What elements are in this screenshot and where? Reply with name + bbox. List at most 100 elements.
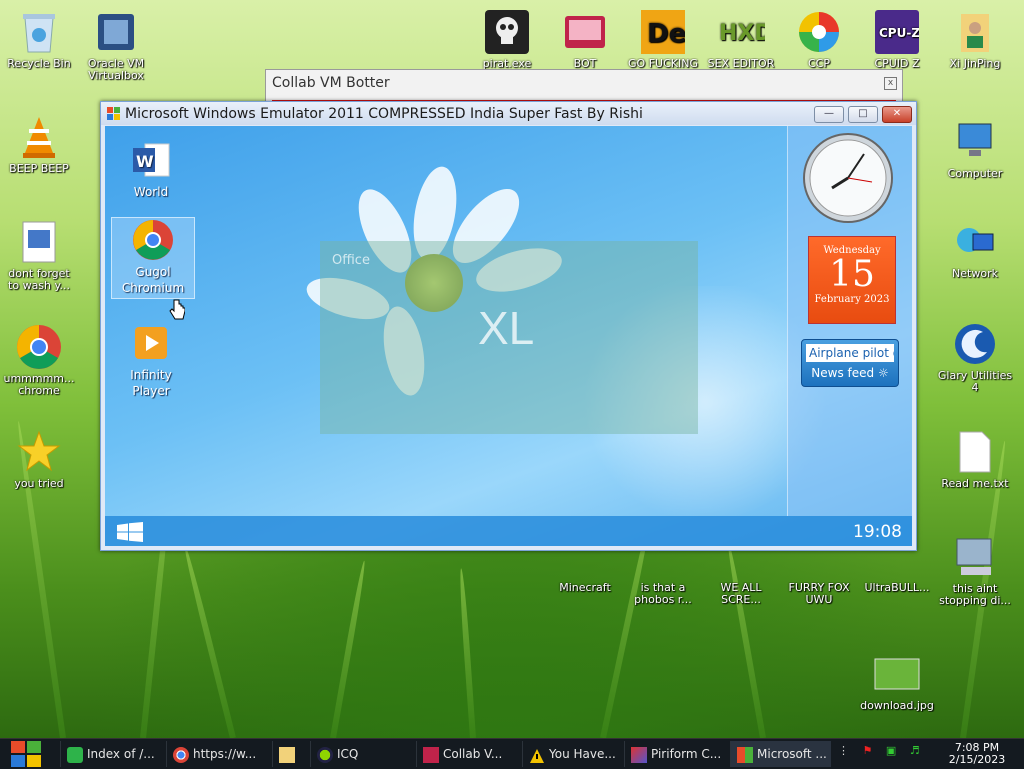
desktop-icon-recycle-bin[interactable]: Recycle Bin: [1, 8, 77, 70]
gadget-sidebar: Wednesday 15 February 2023 Airplane pilo…: [787, 126, 912, 516]
desktop-icon-hex-editor[interactable]: HXD SEX EDITOR: [703, 8, 779, 70]
media-player-icon: [129, 321, 173, 365]
news-feed-gadget[interactable]: Airplane pilot g News feed ☼: [801, 339, 899, 387]
desktop-icon-this-aint[interactable]: this aint stopping di...: [937, 533, 1013, 607]
desktop-icon-cpuid[interactable]: CPU-Z CPUID Z: [859, 8, 935, 70]
vm-icon-world[interactable]: W World: [110, 138, 192, 200]
desktop-icon-ccp[interactable]: CCP: [781, 8, 857, 70]
news-headline[interactable]: Airplane pilot g: [806, 344, 894, 362]
taskbar-item-explorer[interactable]: [272, 741, 307, 767]
volume-icon[interactable]: ♬: [910, 744, 920, 757]
chrome-icon: [15, 323, 63, 371]
network-tray-icon[interactable]: ▣: [886, 744, 896, 757]
desktop-icon-chrome[interactable]: ummmmm... chrome: [1, 323, 77, 397]
folder-icon: [279, 746, 295, 763]
vm-icon-label: Infinity Player: [130, 368, 172, 398]
svg-text:W: W: [136, 152, 154, 171]
desktop-icon-go[interactable]: De GO FUCKING: [625, 8, 701, 70]
desktop-icon-ultrabull[interactable]: UltraBULL...: [859, 545, 935, 594]
bot-icon: [423, 746, 439, 763]
rss-icon: ☼: [877, 366, 889, 380]
desktop-icon-xi[interactable]: Xi JinPing: [937, 8, 1013, 70]
svg-text:HXD: HXD: [719, 21, 765, 46]
calendar-gadget[interactable]: Wednesday 15 February 2023: [808, 236, 896, 324]
vlc-icon: [15, 113, 63, 161]
desktop-icon-bot[interactable]: BOT: [547, 8, 623, 70]
bot-icon: [561, 8, 609, 56]
desktop-icon-star[interactable]: you tried: [1, 428, 77, 490]
grass-blade: [458, 568, 476, 739]
desktop-icon-glary[interactable]: Glary Utilities 4: [937, 320, 1013, 394]
vm-icon-label: Gugol Chromium: [121, 265, 185, 295]
vm-taskbar: 19:08: [105, 516, 912, 546]
system-tray: ⋮ ⚑ ▣ ♬: [838, 744, 920, 757]
computer-icon: [951, 118, 999, 166]
office-app-name: XL: [478, 302, 535, 354]
vm-icon-chromium[interactable]: Gugol Chromium: [111, 217, 195, 299]
spreadsheet-icon: [67, 746, 83, 763]
emulator-titlebar[interactable]: Microsoft Windows Emulator 2011 COMPRESS…: [101, 102, 916, 125]
desktop-icon-computer[interactable]: Computer: [937, 118, 1013, 180]
emulator-window[interactable]: Microsoft Windows Emulator 2011 COMPRESS…: [100, 101, 917, 551]
office-label: Office: [332, 253, 370, 268]
desktop-icon-phobos[interactable]: is that a phobos r...: [625, 545, 701, 606]
de-icon: De: [639, 8, 687, 56]
cpuz-icon: CPU-Z: [873, 8, 921, 56]
system-clock[interactable]: 7:08 PM 2/15/2023: [942, 742, 1012, 766]
desktop-icon-virtualbox[interactable]: Oracle VM Virtualbox: [78, 8, 154, 82]
close-button[interactable]: ✕: [882, 106, 912, 123]
desktop-icon-download-jpg[interactable]: download.jpg: [859, 650, 935, 712]
taskbar-item-collab[interactable]: Collab V...: [416, 741, 521, 767]
computer-search-icon: [951, 533, 999, 581]
vm-start-icon[interactable]: [117, 522, 143, 542]
taskbar-item-icq[interactable]: ICQ: [310, 741, 411, 767]
chromium-icon: [131, 218, 175, 262]
hand-cursor-icon: [169, 299, 185, 320]
desktop-icon-we-all[interactable]: WE ALL SCRE...: [703, 545, 779, 606]
botter-close-button[interactable]: x: [884, 77, 897, 90]
vm-icon-infinity-player[interactable]: Infinity Player: [110, 321, 192, 399]
desktop-icon-network[interactable]: Network: [937, 218, 1013, 280]
taskbar-item-you-have[interactable]: You Have...: [522, 741, 623, 767]
ccleaner-icon: [631, 746, 647, 763]
taskbar-item-piriform[interactable]: Piriform C...: [624, 741, 729, 767]
maximize-button[interactable]: □: [848, 106, 878, 123]
taskbar-item-https[interactable]: https://w...: [166, 741, 271, 767]
vm-clock: 19:08: [853, 522, 902, 542]
overflow-menu-icon[interactable]: ⋮: [838, 744, 849, 757]
start-button[interactable]: [8, 740, 44, 768]
desktop-icon-firefox[interactable]: FURRY FOX UWU: [781, 545, 857, 606]
glary-icon: [951, 320, 999, 368]
calendar-file-icon: [15, 218, 63, 266]
office-splash: Office XL: [320, 241, 698, 434]
desktop-icon-pirat[interactable]: pirat.exe: [469, 8, 545, 70]
taskbar-item-microsoft[interactable]: Microsoft ...: [730, 741, 831, 767]
taskbar-item-index[interactable]: Index of /...: [60, 741, 165, 767]
chrome-icon: [173, 746, 189, 763]
text-file-icon: [951, 428, 999, 476]
user-folder-icon: [951, 8, 999, 56]
svg-text:De: De: [647, 19, 685, 49]
vm-icon-label: World: [133, 185, 169, 199]
desktop-icon-minecraft[interactable]: Minecraft: [547, 545, 623, 594]
minimize-button[interactable]: —: [814, 106, 844, 123]
desktop-icon-calendar-file[interactable]: dont forget to wash y...: [1, 218, 77, 292]
image-file-icon: [873, 650, 921, 698]
desktop-icon-vlc[interactable]: BEEP BEEP: [1, 113, 77, 175]
flag-icon[interactable]: ⚑: [863, 744, 873, 757]
calendar-month-year: February 2023: [814, 294, 890, 305]
skull-icon: [483, 8, 531, 56]
word-icon: W: [129, 138, 173, 182]
desktop-icon-readme[interactable]: Read me.txt: [937, 428, 1013, 490]
svg-text:CPU-Z: CPU-Z: [879, 26, 919, 40]
taskbar: Index of /... https://w... ICQ Collab V.…: [0, 738, 1024, 769]
warning-icon: [529, 747, 545, 763]
emulator-title: Microsoft Windows Emulator 2011 COMPRESS…: [125, 106, 643, 122]
pinwheel-icon: [795, 8, 843, 56]
clock-date: 2/15/2023: [948, 753, 1006, 766]
network-icon: [951, 218, 999, 266]
botter-title: Collab VM Botter: [272, 75, 390, 91]
grass-blade: [330, 560, 368, 739]
analog-clock-icon: [803, 133, 893, 223]
emulator-screen[interactable]: Office XL W World Gugol Chromium Infinit…: [105, 126, 912, 546]
